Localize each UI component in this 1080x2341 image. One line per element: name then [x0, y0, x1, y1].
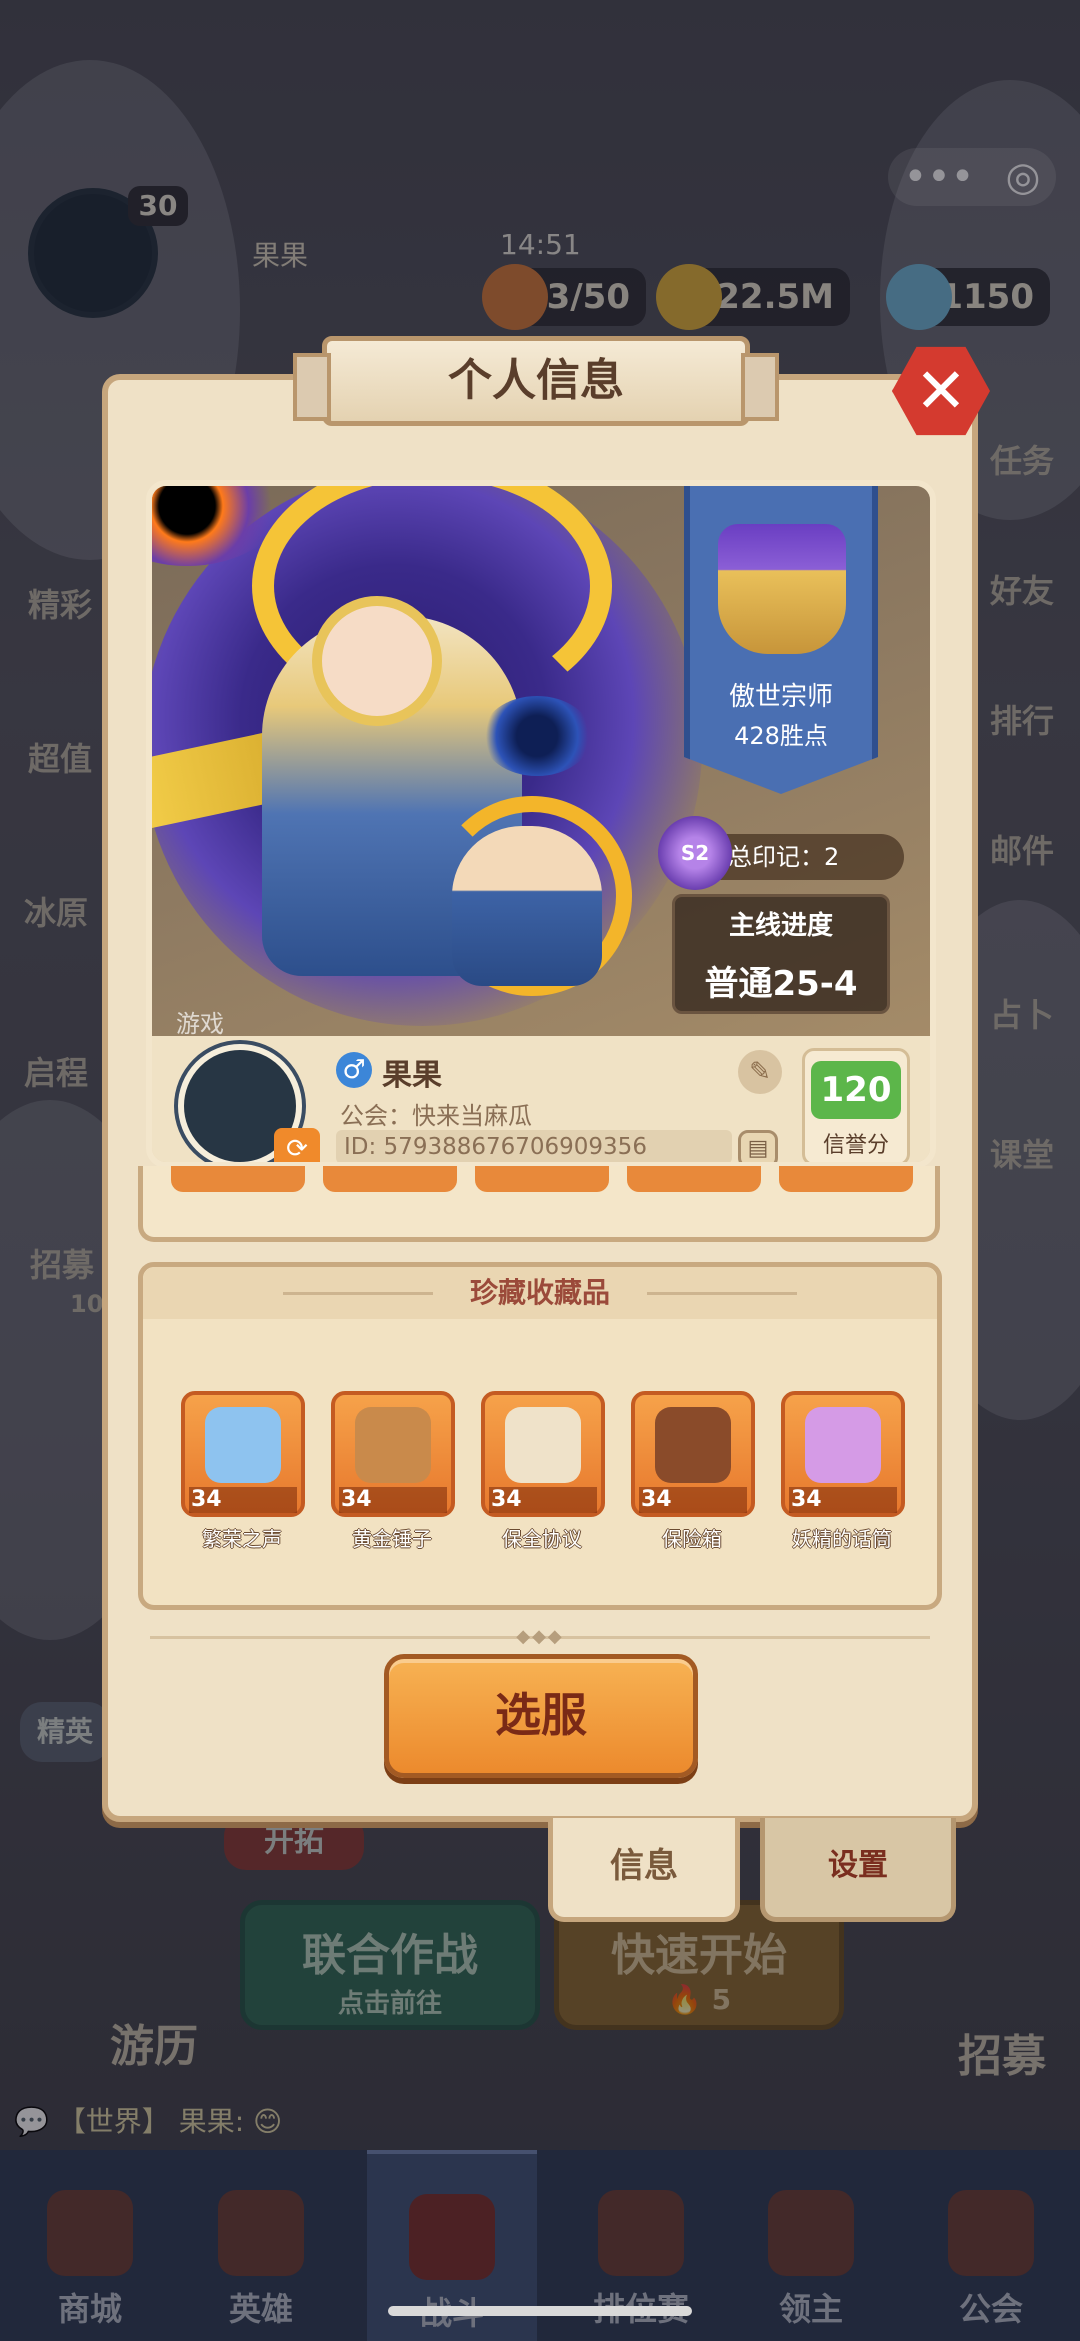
item-name: 黄金锤子	[352, 1527, 432, 1551]
scroll-indicator-icon: ◆◆◆	[516, 1626, 564, 1647]
collection-item[interactable]: 34	[631, 1391, 755, 1517]
copy-id-icon[interactable]: ▤	[738, 1130, 778, 1162]
select-server-button[interactable]: 选服	[384, 1654, 698, 1778]
hero-row-partial	[138, 1166, 940, 1242]
item-name: 保险箱	[662, 1527, 722, 1551]
item-level: 34	[489, 1487, 597, 1513]
credit-label: 信誉分	[822, 1133, 889, 1158]
rank-name: 傲世宗师	[728, 682, 833, 712]
item-level: 34	[789, 1487, 897, 1513]
credit-value: 120	[811, 1061, 901, 1119]
profile-name: 果果	[382, 1058, 442, 1093]
collection-title-text: 珍藏收藏品	[469, 1276, 610, 1309]
row-slot	[171, 1166, 305, 1192]
golden-hammer-icon	[355, 1407, 431, 1483]
item-level: 34	[339, 1487, 447, 1513]
modal-title: 个人信息	[293, 336, 779, 426]
collection-section: 珍藏收藏品 34 繁荣之声 34 黄金锤子 34 保全协议 34 保险箱 34 …	[138, 1262, 942, 1610]
title-line	[283, 1292, 433, 1295]
profile-bar: ⟳ ♂ 果果 公会：快来当麻瓜 ID: 579388676706909356 ✎…	[152, 1036, 930, 1162]
item-name: 妖精的话筒	[792, 1527, 892, 1551]
hero-scene: 游戏 傲世宗师 428胜点 总印记：2 S2 主线进度 普通25-4	[152, 486, 930, 1038]
item-level: 34	[639, 1487, 747, 1513]
season-badge-text: S2	[680, 841, 710, 865]
rank-points: 428胜点	[734, 722, 828, 750]
treasure-chest-icon	[655, 1407, 731, 1483]
orb-effect	[482, 696, 592, 776]
document-icon	[505, 1407, 581, 1483]
rank-trophy-icon	[718, 524, 846, 654]
row-slot	[627, 1166, 761, 1192]
item-name: 保全协议	[502, 1527, 582, 1551]
row-slot	[475, 1166, 609, 1192]
profile-guild: 公会：快来当麻瓜	[340, 1102, 532, 1130]
row-slot	[323, 1166, 457, 1192]
progress-value: 普通25-4	[704, 964, 858, 1004]
collection-item[interactable]: 34	[481, 1391, 605, 1517]
main-progress: 主线进度 普通25-4	[672, 894, 890, 1014]
season-seal-icon: S2	[658, 816, 732, 890]
collection-item[interactable]: 34	[181, 1391, 305, 1517]
male-icon: ♂	[336, 1052, 372, 1088]
title-line	[647, 1292, 797, 1295]
collection-item[interactable]: 34	[781, 1391, 905, 1517]
credit-score[interactable]: 120 信誉分	[802, 1048, 910, 1162]
watermark: 游戏	[176, 1010, 224, 1038]
hero-head	[312, 596, 442, 726]
fairy-microphone-icon	[805, 1407, 881, 1483]
home-indicator	[388, 2306, 692, 2316]
row-slot	[779, 1166, 913, 1192]
progress-label: 主线进度	[728, 911, 833, 941]
sound-shell-icon	[205, 1407, 281, 1483]
item-name: 繁荣之声	[202, 1527, 282, 1551]
hero-card: 游戏 傲世宗师 428胜点 总印记：2 S2 主线进度 普通25-4 ⟳ ♂ 果…	[146, 480, 936, 1168]
tab-settings[interactable]: 设置	[760, 1818, 956, 1922]
swap-avatar-icon[interactable]: ⟳	[274, 1128, 320, 1162]
edit-feather-icon[interactable]: ✎	[738, 1050, 782, 1094]
collection-item[interactable]: 34	[331, 1391, 455, 1517]
item-level: 34	[189, 1487, 297, 1513]
chibi-hero	[452, 826, 602, 986]
tab-info[interactable]: 信息	[548, 1818, 740, 1922]
profile-id: ID: 579388676706909356	[336, 1130, 732, 1162]
collection-title: 珍藏收藏品	[143, 1267, 937, 1319]
